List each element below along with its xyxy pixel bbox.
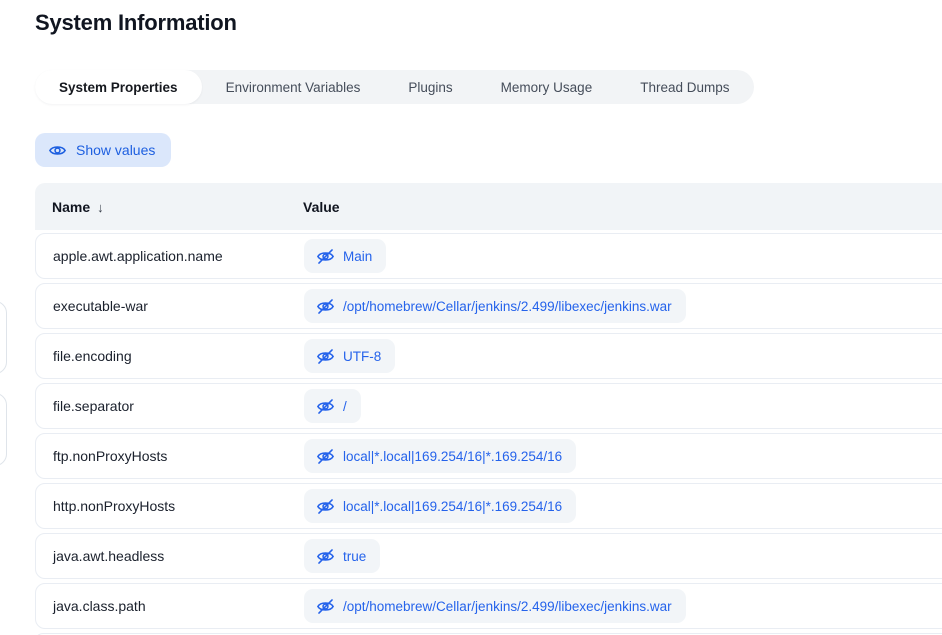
property-value-cell: /opt/homebrew/Cellar/jenkins/2.499/libex… bbox=[304, 289, 942, 323]
property-value: local|*.local|169.254/16|*.169.254/16 bbox=[343, 449, 562, 464]
hidden-value-chip[interactable]: /opt/homebrew/Cellar/jenkins/2.499/libex… bbox=[304, 589, 686, 623]
table-row: java.awt.headless true bbox=[35, 533, 942, 579]
eye-icon bbox=[48, 141, 67, 160]
property-name: java.awt.headless bbox=[36, 548, 304, 564]
tab-bar: System Properties Environment Variables … bbox=[35, 70, 754, 104]
property-value-cell: true bbox=[304, 539, 942, 573]
tab-memory-usage[interactable]: Memory Usage bbox=[477, 70, 617, 104]
system-information-page: System Information System Properties Env… bbox=[0, 0, 942, 635]
table-header-row: Name ↓ Value bbox=[35, 183, 942, 230]
hidden-value-chip[interactable]: UTF-8 bbox=[304, 339, 395, 373]
property-name: apple.awt.application.name bbox=[36, 248, 304, 264]
hidden-value-chip[interactable]: / bbox=[304, 389, 361, 423]
hidden-value-chip[interactable]: local|*.local|169.254/16|*.169.254/16 bbox=[304, 439, 576, 473]
property-value: local|*.local|169.254/16|*.169.254/16 bbox=[343, 499, 562, 514]
table-row: ftp.nonProxyHosts local|*.local|169.254/… bbox=[35, 433, 942, 479]
clipped-left-panel-card bbox=[0, 301, 7, 374]
property-value-cell: local|*.local|169.254/16|*.169.254/16 bbox=[304, 489, 942, 523]
show-values-button[interactable]: Show values bbox=[35, 133, 171, 167]
eye-slash-icon bbox=[316, 447, 335, 466]
property-value: /opt/homebrew/Cellar/jenkins/2.499/libex… bbox=[343, 599, 672, 614]
eye-slash-icon bbox=[316, 597, 335, 616]
show-values-label: Show values bbox=[76, 142, 155, 158]
hidden-value-chip[interactable]: Main bbox=[304, 239, 386, 273]
property-name: executable-war bbox=[36, 298, 304, 314]
property-value-cell: Main bbox=[304, 239, 942, 273]
hidden-value-chip[interactable]: true bbox=[304, 539, 380, 573]
property-name: file.separator bbox=[36, 398, 304, 414]
page-title: System Information bbox=[35, 10, 237, 36]
tab-system-properties[interactable]: System Properties bbox=[35, 70, 202, 104]
property-value: Main bbox=[343, 249, 372, 264]
table-row: http.nonProxyHosts local|*.local|169.254… bbox=[35, 483, 942, 529]
table-body: apple.awt.application.name Main executab… bbox=[35, 233, 942, 635]
eye-slash-icon bbox=[316, 497, 335, 516]
property-name: ftp.nonProxyHosts bbox=[36, 448, 304, 464]
system-properties-table: Name ↓ Value apple.awt.application.name … bbox=[35, 183, 942, 635]
table-row: java.class.path /opt/homebrew/Cellar/jen… bbox=[35, 583, 942, 629]
property-value-cell: local|*.local|169.254/16|*.169.254/16 bbox=[304, 439, 942, 473]
eye-slash-icon bbox=[316, 397, 335, 416]
hidden-value-chip[interactable]: local|*.local|169.254/16|*.169.254/16 bbox=[304, 489, 576, 523]
eye-slash-icon bbox=[316, 297, 335, 316]
table-row: file.encoding UTF-8 bbox=[35, 333, 942, 379]
property-name: file.encoding bbox=[36, 348, 304, 364]
clipped-left-panel-card bbox=[0, 393, 7, 466]
property-value: UTF-8 bbox=[343, 349, 381, 364]
property-value: / bbox=[343, 399, 347, 414]
property-name: http.nonProxyHosts bbox=[36, 498, 304, 514]
column-header-value: Value bbox=[303, 199, 942, 215]
property-name: java.class.path bbox=[36, 598, 304, 614]
tab-environment-variables[interactable]: Environment Variables bbox=[202, 70, 385, 104]
column-header-name[interactable]: Name ↓ bbox=[35, 199, 303, 215]
arrow-down-icon: ↓ bbox=[97, 200, 104, 215]
table-row: file.separator / bbox=[35, 383, 942, 429]
property-value-cell: /opt/homebrew/Cellar/jenkins/2.499/libex… bbox=[304, 589, 942, 623]
table-row: executable-war /opt/homebrew/Cellar/jenk… bbox=[35, 283, 942, 329]
property-value-cell: / bbox=[304, 389, 942, 423]
eye-slash-icon bbox=[316, 347, 335, 366]
eye-slash-icon bbox=[316, 547, 335, 566]
property-value-cell: UTF-8 bbox=[304, 339, 942, 373]
property-value: /opt/homebrew/Cellar/jenkins/2.499/libex… bbox=[343, 299, 672, 314]
table-row: apple.awt.application.name Main bbox=[35, 233, 942, 279]
tab-plugins[interactable]: Plugins bbox=[384, 70, 476, 104]
eye-slash-icon bbox=[316, 247, 335, 266]
tab-thread-dumps[interactable]: Thread Dumps bbox=[616, 70, 753, 104]
property-value: true bbox=[343, 549, 366, 564]
hidden-value-chip[interactable]: /opt/homebrew/Cellar/jenkins/2.499/libex… bbox=[304, 289, 686, 323]
